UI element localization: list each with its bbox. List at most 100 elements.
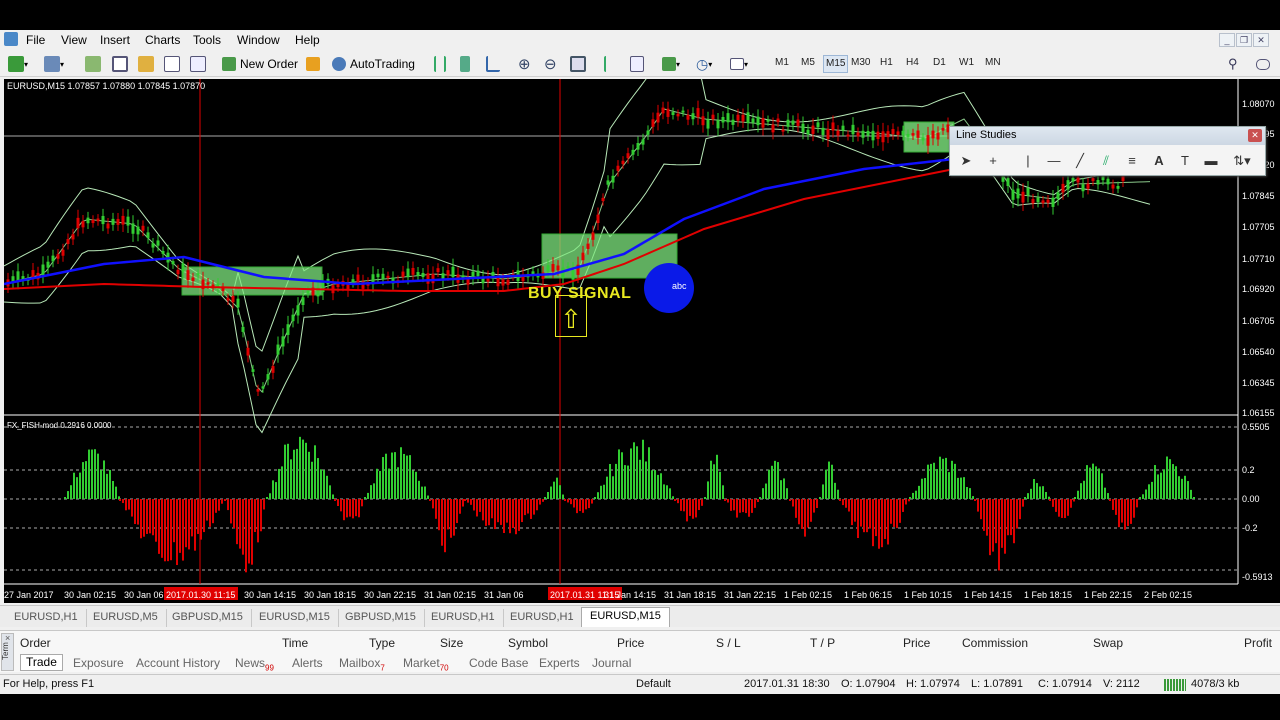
connection-icon[interactable]: [1164, 679, 1186, 691]
timeframe-h1[interactable]: H1: [880, 57, 893, 68]
col-order[interactable]: Order: [20, 636, 51, 650]
terminal-tab-alerts[interactable]: Alerts: [292, 656, 323, 670]
timeframe-w1[interactable]: W1: [959, 57, 974, 68]
menu-view[interactable]: View: [61, 33, 87, 47]
autotrading-button[interactable]: AutoTrading: [332, 55, 415, 73]
horizontal-line-icon[interactable]: —: [1044, 151, 1064, 171]
close-icon[interactable]: ✕: [1248, 129, 1262, 142]
histogram-bar-negative: [899, 499, 901, 523]
col-price-current[interactable]: Price: [903, 636, 930, 650]
timeframe-d1[interactable]: D1: [933, 57, 946, 68]
terminal-tab-exposure[interactable]: Exposure: [73, 656, 124, 670]
chat-button[interactable]: [1256, 55, 1270, 73]
text-icon[interactable]: A: [1149, 151, 1169, 171]
line-studies-title[interactable]: Line Studies: [950, 127, 1265, 145]
histogram-bar-positive: [837, 489, 839, 499]
timeframe-mn[interactable]: MN: [985, 57, 1001, 68]
col-commission[interactable]: Commission: [962, 636, 1028, 650]
candle-body: [86, 217, 90, 224]
menu-charts[interactable]: Charts: [145, 33, 180, 47]
col-symbol[interactable]: Symbol: [508, 636, 548, 650]
terminal-tab-journal[interactable]: Journal: [592, 656, 631, 670]
new-chart-button[interactable]: ▾: [8, 55, 28, 73]
close-icon[interactable]: ✕: [1253, 33, 1269, 47]
status-profile[interactable]: Default: [636, 678, 671, 690]
timeframe-m5[interactable]: M5: [801, 57, 815, 68]
tile-windows-button[interactable]: [570, 55, 586, 73]
timeframe-m30[interactable]: M30: [851, 57, 870, 68]
search-button[interactable]: ⚲: [1228, 55, 1238, 73]
vertical-line-icon[interactable]: |: [1018, 151, 1038, 171]
chart-tab[interactable]: EURUSD,H1: [423, 609, 504, 627]
timeframe-m15[interactable]: M15: [823, 55, 849, 73]
app-icon[interactable]: [4, 32, 18, 46]
chart-tab[interactable]: EURUSD,M15: [251, 609, 339, 627]
arrow-icon[interactable]: ⇅▾: [1230, 151, 1254, 171]
indicators-button[interactable]: ▾: [662, 55, 680, 73]
chart-tab[interactable]: EURUSD,M5: [85, 609, 167, 627]
terminal-tab-experts[interactable]: Experts: [539, 656, 580, 670]
timeframe-m1[interactable]: M1: [775, 57, 789, 68]
timeframe-h4[interactable]: H4: [906, 57, 919, 68]
cursor-icon[interactable]: ➤: [956, 151, 976, 171]
chart-tab-active[interactable]: EURUSD,M15: [581, 607, 670, 627]
templates-button[interactable]: ▾: [730, 55, 748, 73]
chart-tab[interactable]: EURUSD,H1: [6, 609, 87, 627]
line-studies-toolbar[interactable]: Line Studies ✕ ➤ + | — ╱ ⫽ ≡ A T ▬ ⇅▾: [949, 126, 1266, 176]
line-chart-button[interactable]: [486, 55, 500, 73]
terminal-tab-news[interactable]: News99: [235, 656, 274, 672]
col-size[interactable]: Size: [440, 636, 463, 650]
menu-insert[interactable]: Insert: [100, 33, 130, 47]
menu-help[interactable]: Help: [295, 33, 320, 47]
histogram-bar-positive: [100, 470, 102, 499]
chart-tab[interactable]: GBPUSD,M15: [337, 609, 425, 627]
col-profit[interactable]: Profit: [1244, 636, 1272, 650]
chart-shift-button[interactable]: [630, 55, 644, 73]
col-sl[interactable]: S / L: [716, 636, 741, 650]
col-tp[interactable]: T / P: [810, 636, 835, 650]
menu-tools[interactable]: Tools: [193, 33, 221, 47]
fibonacci-icon[interactable]: ≡: [1122, 151, 1142, 171]
periods-button[interactable]: ◷ ▾: [696, 55, 712, 73]
zoom-in-button[interactable]: ⊕: [518, 55, 531, 73]
menu-file[interactable]: File: [26, 33, 45, 47]
chart-tab[interactable]: GBPUSD,M15: [164, 609, 252, 627]
crosshair-icon[interactable]: +: [983, 151, 1003, 171]
candlestick-button[interactable]: [460, 55, 470, 73]
market-watch-button[interactable]: [85, 55, 101, 73]
trendline-icon[interactable]: ╱: [1070, 151, 1090, 171]
zoom-out-button[interactable]: ⊖: [544, 55, 557, 73]
terminal-tab-account-history[interactable]: Account History: [136, 656, 220, 670]
tester-button[interactable]: [190, 55, 206, 73]
candle-body: [886, 131, 890, 138]
terminal-button[interactable]: [164, 55, 180, 73]
new-order-button[interactable]: New Order: [222, 55, 298, 73]
data-window-button[interactable]: [112, 55, 128, 73]
metaeditor-button[interactable]: [306, 55, 320, 73]
menu-window[interactable]: Window: [237, 33, 280, 47]
bar-chart-button[interactable]: [434, 55, 446, 73]
terminal-tab-trade[interactable]: Trade: [20, 654, 63, 671]
terminal-tab-market[interactable]: Market70: [403, 656, 449, 672]
auto-scroll-button[interactable]: [604, 55, 616, 73]
col-type[interactable]: Type: [369, 636, 395, 650]
chart-tab[interactable]: EURUSD,H1: [502, 609, 583, 627]
close-icon[interactable]: ×: [5, 633, 10, 643]
col-time[interactable]: Time: [282, 636, 308, 650]
candle-body: [1101, 176, 1105, 181]
histogram-bar-positive: [657, 474, 659, 499]
col-price[interactable]: Price: [617, 636, 644, 650]
minimize-icon[interactable]: _: [1219, 33, 1235, 47]
rectangle-icon[interactable]: ▬: [1201, 151, 1221, 171]
histogram-bar-negative: [464, 499, 466, 501]
histogram-bar-negative: [221, 499, 223, 504]
terminal-tab-code-base[interactable]: Code Base: [469, 656, 528, 670]
col-swap[interactable]: Swap: [1093, 636, 1123, 650]
profiles-button[interactable]: ▾: [44, 55, 64, 73]
navigator-button[interactable]: [138, 55, 154, 73]
terminal-tab-mailbox[interactable]: Mailbox7: [339, 656, 385, 672]
text-label-icon[interactable]: T: [1175, 151, 1195, 171]
channel-icon[interactable]: ⫽: [1096, 151, 1116, 171]
price-axis-label: 1.07705: [1242, 222, 1275, 232]
restore-icon[interactable]: ❐: [1236, 33, 1252, 47]
